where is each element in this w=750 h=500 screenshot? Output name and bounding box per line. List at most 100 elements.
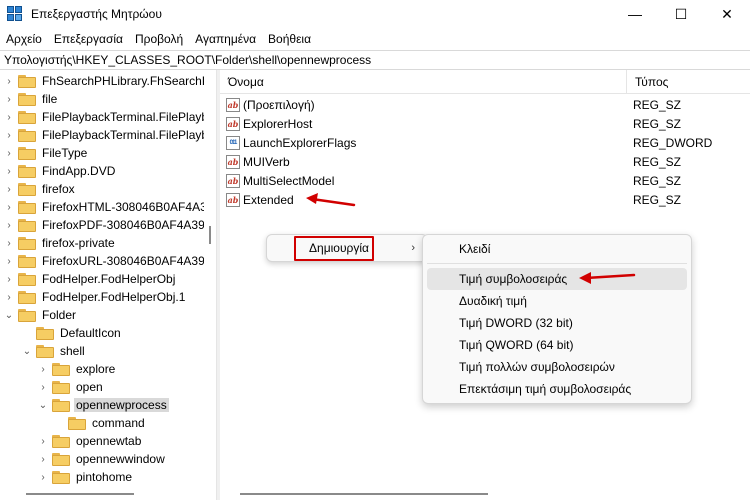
tree-item[interactable]: › FindApp.DVD [4, 162, 117, 180]
tree-item-command[interactable]: command [54, 414, 147, 432]
string-value-icon: ab [226, 173, 240, 188]
tree-item-label: explore [76, 362, 116, 376]
tree-horizontal-scrollbar[interactable] [0, 488, 216, 500]
chevron-right-icon[interactable]: › [4, 198, 14, 216]
title-bar: Επεξεργαστής Μητρώου — ☐ ✕ [0, 0, 750, 28]
scroll-thumb[interactable] [209, 226, 211, 244]
tree-item-label: FodHelper.FodHelperObj.1 [42, 290, 186, 304]
submenu-item-label: Κλειδί [459, 242, 491, 256]
chevron-right-icon[interactable]: › [4, 180, 14, 198]
tree-item[interactable]: › FirefoxPDF-308046B0AF4A39C [4, 216, 204, 234]
submenu-separator [427, 263, 687, 264]
tree-item-label: FhSearchPHLibrary.FhSearchPH [42, 74, 204, 88]
minimize-button[interactable]: — [612, 0, 658, 28]
tree-item-label: shell [60, 344, 85, 358]
chevron-right-icon[interactable]: › [38, 378, 48, 396]
address-bar[interactable]: Υπολογιστής\HKEY_CLASSES_ROOT\Folder\she… [0, 50, 750, 70]
tree-item-shell[interactable]: ⌄ shell [22, 342, 87, 360]
folder-icon [52, 434, 70, 448]
tree-item[interactable]: › FhSearchPHLibrary.FhSearchPH [4, 72, 204, 90]
tree-item[interactable]: › firefox [4, 180, 77, 198]
chevron-down-icon[interactable]: ⌄ [38, 396, 48, 414]
submenu-dword-value[interactable]: Τιμή DWORD (32 bit) [427, 312, 687, 334]
annotation-highlight-box [294, 236, 374, 261]
submenu-string-value[interactable]: Τιμή συμβολοσειράς [427, 268, 687, 290]
chevron-right-icon[interactable]: › [4, 288, 14, 306]
tree-item[interactable]: › opennewwindow [38, 450, 167, 468]
values-horizontal-scrollbar[interactable] [220, 488, 750, 500]
submenu-item-label: Δυαδική τιμή [459, 294, 527, 308]
tree-item[interactable]: › FilePlaybackTerminal.FilePlayb [4, 126, 204, 144]
submenu-item-label: Τιμή QWORD (64 bit) [459, 338, 574, 352]
tree-item[interactable]: › firefox-private [4, 234, 117, 252]
menu-edit[interactable]: Επεξεργασία [48, 28, 129, 50]
menu-help[interactable]: Βοήθεια [262, 28, 317, 50]
chevron-right-icon[interactable]: › [4, 72, 14, 90]
tree-item[interactable]: › FodHelper.FodHelperObj [4, 270, 177, 288]
chevron-down-icon[interactable]: ⌄ [22, 342, 32, 360]
tree-item[interactable]: › FodHelper.FodHelperObj.1 [4, 288, 187, 306]
menu-file[interactable]: Αρχείο [0, 28, 48, 50]
tree-item-label: file [42, 92, 58, 106]
value-name: (Προεπιλογή) [243, 97, 315, 112]
column-type-header[interactable]: Τύπος [627, 70, 750, 93]
tree-item-label: FileType [42, 146, 88, 160]
chevron-right-icon[interactable]: › [4, 144, 14, 162]
submenu-binary-value[interactable]: Δυαδική τιμή [427, 290, 687, 312]
submenu-item-label: Τιμή DWORD (32 bit) [459, 316, 573, 330]
chevron-right-icon[interactable]: › [38, 450, 48, 468]
submenu-multi-string-value[interactable]: Τιμή πολλών συμβολοσειρών [427, 356, 687, 378]
menu-favorites[interactable]: Αγαπημένα [189, 28, 262, 50]
folder-icon [52, 470, 70, 484]
submenu-qword-value[interactable]: Τιμή QWORD (64 bit) [427, 334, 687, 356]
tree-item-folder[interactable]: ⌄ Folder [4, 306, 78, 324]
tree-item-defaulticon[interactable]: DefaultIcon [22, 324, 123, 342]
chevron-down-icon[interactable]: ⌄ [4, 306, 14, 324]
chevron-right-icon[interactable]: › [38, 360, 48, 378]
string-value-icon: ab [226, 116, 240, 131]
menu-view[interactable]: Προβολή [129, 28, 189, 50]
value-row[interactable]: ab (Προεπιλογή) REG_SZ [220, 95, 750, 114]
value-name: Extended [243, 192, 294, 207]
value-row[interactable]: ab MultiSelectModel REG_SZ [220, 171, 750, 190]
chevron-right-icon[interactable]: › [4, 108, 14, 126]
tree-item[interactable]: › explore [38, 360, 117, 378]
column-name-header[interactable]: Όνομα [220, 70, 627, 93]
tree-item[interactable]: › file [4, 90, 59, 108]
folder-icon [36, 326, 54, 340]
value-row[interactable]: ab ExplorerHost REG_SZ [220, 114, 750, 133]
tree-item[interactable]: › pintohome [38, 468, 134, 486]
chevron-right-icon[interactable]: › [4, 90, 14, 108]
chevron-right-icon[interactable]: › [4, 270, 14, 288]
tree-item[interactable]: › FirefoxHTML-308046B0AF4A39 [4, 198, 204, 216]
value-row[interactable]: 011 LaunchExplorerFlags REG_DWORD [220, 133, 750, 152]
chevron-right-icon[interactable]: › [4, 234, 14, 252]
chevron-right-icon[interactable]: › [38, 468, 48, 486]
tree-item-label-selected: opennewprocess [74, 398, 169, 412]
chevron-right-icon[interactable]: › [4, 216, 14, 234]
tree-item[interactable]: › FirefoxURL-308046B0AF4A39C [4, 252, 204, 270]
value-type: REG_DWORD [633, 135, 713, 150]
chevron-right-icon[interactable]: › [38, 432, 48, 450]
scroll-thumb[interactable] [26, 493, 134, 495]
submenu-expandable-string-value[interactable]: Επεκτάσιμη τιμή συμβολοσειράς [427, 378, 687, 400]
string-value-icon: ab [226, 154, 240, 169]
folder-icon [18, 182, 36, 196]
maximize-button[interactable]: ☐ [658, 0, 704, 28]
value-row[interactable]: ab MUIVerb REG_SZ [220, 152, 750, 171]
tree-item[interactable]: › FilePlaybackTerminal.FilePlayb [4, 108, 204, 126]
tree-vertical-scrollbar[interactable] [204, 70, 216, 488]
tree-item[interactable]: › FileType [4, 144, 89, 162]
tree-item[interactable]: › opennewtab [38, 432, 143, 450]
chevron-right-icon[interactable]: › [4, 252, 14, 270]
submenu-key[interactable]: Κλειδί [427, 238, 687, 260]
tree-item[interactable]: › open [38, 378, 105, 396]
chevron-right-icon[interactable]: › [4, 162, 14, 180]
scroll-thumb[interactable] [240, 493, 488, 495]
close-button[interactable]: ✕ [704, 0, 750, 28]
value-name: MultiSelectModel [243, 173, 335, 188]
chevron-right-icon[interactable]: › [4, 126, 14, 144]
tree-item-opennewprocess[interactable]: ⌄ opennewprocess [38, 396, 169, 414]
value-row-extended[interactable]: ab Extended REG_SZ [220, 190, 750, 209]
